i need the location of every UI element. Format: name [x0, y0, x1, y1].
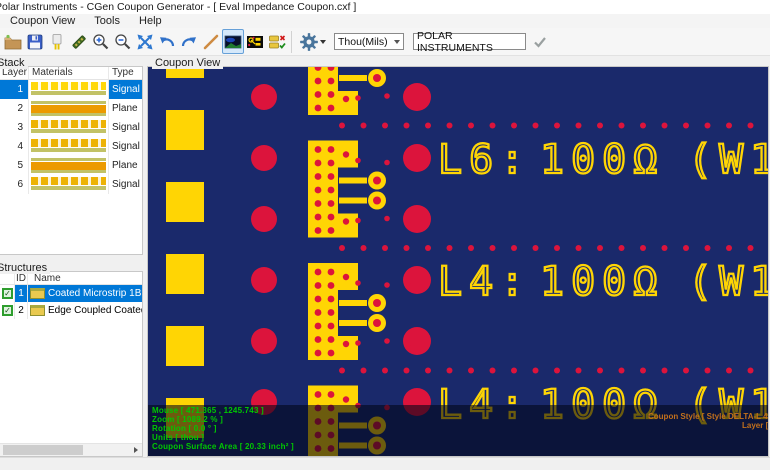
menu-help[interactable]: Help [131, 14, 170, 28]
material-signal-bar [31, 82, 106, 95]
material-plane-bar [31, 158, 106, 173]
status-units: Units [ thou ] [152, 433, 204, 442]
menu-bar: Coupon View Tools Help [0, 14, 770, 28]
status-coupon-style: Coupon Style [ Style DELTA-L 4 [648, 412, 768, 421]
redo-button[interactable] [178, 29, 200, 54]
status-overlay: Mouse [ 471.365 , 1245.743 ] Zoom [ 1089… [148, 405, 769, 457]
zoom-fit-icon [136, 33, 154, 51]
structure-checkbox[interactable]: ✓ [2, 288, 13, 299]
svg-text:(W1: (W1 [688, 259, 769, 305]
undo-button[interactable] [156, 29, 178, 54]
table-row-layer-4[interactable]: 4 Signal [0, 137, 142, 156]
scrollbar-thumb[interactable] [3, 445, 83, 455]
component-button[interactable] [46, 29, 68, 54]
coupon-text-input[interactable]: POLAR INSTRUMENTS [413, 33, 526, 50]
undo-arrow-icon [158, 33, 176, 51]
window-title: Polar Instruments - CGen Coupon Generato… [0, 1, 356, 13]
horizontal-scrollbar[interactable] [0, 443, 142, 456]
status-mouse: Mouse [ 471.365 , 1245.743 ] [152, 406, 264, 415]
status-layer: Layer [ 1 ] [742, 421, 769, 430]
table-row-layer-6[interactable]: 6 Signal [0, 175, 142, 194]
connector-component-icon [48, 33, 66, 51]
coupon-view-title: Coupon View [152, 57, 223, 69]
menu-tools[interactable]: Tools [86, 14, 128, 28]
structure-icon [30, 305, 45, 316]
zoom-out-button[interactable] [112, 29, 134, 54]
stack-panel: Layer Materials Type 1 Signal 2 Plane 3 … [0, 66, 143, 255]
zoom-in-icon [92, 33, 110, 51]
units-dropdown[interactable]: Thou(Mils) [334, 33, 404, 50]
pcb-board-graphic: L6: 100Ω (W1 L4: 100Ω (W1 L4: 100Ω (W1 [148, 67, 769, 457]
status-area: Coupon Surface Area [ 20.33 inch² ] [152, 442, 294, 451]
floppy-disk-icon [26, 33, 44, 51]
toolbar-separator [291, 31, 292, 53]
pcb-stick-button[interactable] [68, 29, 90, 54]
scroll-right-arrow[interactable] [129, 444, 142, 456]
zoom-in-button[interactable] [90, 29, 112, 54]
toolbar: Thou(Mils) POLAR INSTRUMENTS [0, 28, 770, 56]
structure-icon [30, 288, 45, 299]
gear-dropdown-caret [320, 40, 326, 44]
list-item-structure-2[interactable]: ✓ 2 Edge Coupled Coated Microstrip 1B [0, 302, 142, 319]
table-row-layer-3[interactable]: 3 Signal [0, 118, 142, 137]
svg-text:100Ω: 100Ω [540, 259, 664, 305]
material-signal-bar [31, 177, 106, 190]
app-window: Polar Instruments - CGen Coupon Generato… [0, 0, 770, 470]
coupon-text-value: POLAR INSTRUMENTS [417, 30, 525, 54]
scroll-left-arrow[interactable] [0, 444, 2, 456]
window-bottom-strip [0, 457, 770, 470]
svg-text:(W1: (W1 [688, 137, 769, 183]
gear-icon [299, 32, 319, 52]
list-item-structure-1[interactable]: ✓ 1 Coated Microstrip 1B [0, 285, 142, 302]
artwork-view-icon [246, 33, 264, 51]
trace-label-L4: L4: 100Ω (W1 [438, 259, 769, 305]
redo-arrow-icon [180, 33, 198, 51]
material-signal-bar [31, 139, 106, 152]
structures-panel: ID Name ✓ 1 Coated Microstrip 1B ✓ 2 Edg… [0, 271, 143, 457]
settings-gear-button[interactable] [296, 29, 328, 54]
structures-panel-title: Structures [0, 262, 50, 274]
open-folder-icon [4, 33, 22, 51]
photo-view-icon [224, 33, 242, 51]
units-dropdown-value: Thou(Mils) [338, 36, 388, 48]
status-rotation: Rotation [ 0.0 ° ] [152, 424, 217, 433]
material-plane-bar [31, 101, 106, 116]
artwork-view-button[interactable] [244, 29, 266, 54]
table-row-layer-1[interactable]: 1 Signal [0, 80, 142, 99]
title-bar: Polar Instruments - CGen Coupon Generato… [0, 0, 770, 14]
validate-icon [268, 33, 286, 51]
table-row-layer-5[interactable]: 5 Plane [0, 156, 142, 175]
structure-checkbox[interactable]: ✓ [2, 305, 13, 316]
coupon-canvas[interactable]: L6: 100Ω (W1 L4: 100Ω (W1 L4: 100Ω (W1 M… [147, 66, 769, 457]
zoom-fit-button[interactable] [134, 29, 156, 54]
svg-text:L6:: L6: [438, 137, 531, 183]
save-button[interactable] [24, 29, 46, 54]
stack-panel-title: Stack [0, 57, 28, 69]
column-header-type: Type [109, 67, 142, 79]
zoom-out-icon [114, 33, 132, 51]
svg-text:100Ω: 100Ω [540, 137, 664, 183]
trace-label-L6: L6: 100Ω (W1 [438, 137, 769, 183]
open-file-button[interactable] [2, 29, 24, 54]
menu-coupon-view[interactable]: Coupon View [2, 14, 83, 28]
validate-button[interactable] [266, 29, 288, 54]
table-row-layer-2[interactable]: 2 Plane [0, 99, 142, 118]
draw-trace-button[interactable] [200, 29, 222, 54]
status-zoom: Zoom [ 1089.2 % ] [152, 415, 223, 424]
photo-view-button[interactable] [222, 29, 244, 54]
material-signal-bar [31, 120, 106, 133]
svg-text:L4:: L4: [438, 259, 531, 305]
chevron-down-icon [394, 40, 400, 44]
apply-check-icon[interactable] [532, 34, 548, 50]
trace-line-icon [202, 33, 220, 51]
pcb-stick-icon [70, 33, 88, 51]
column-header-materials: Materials [29, 67, 109, 79]
